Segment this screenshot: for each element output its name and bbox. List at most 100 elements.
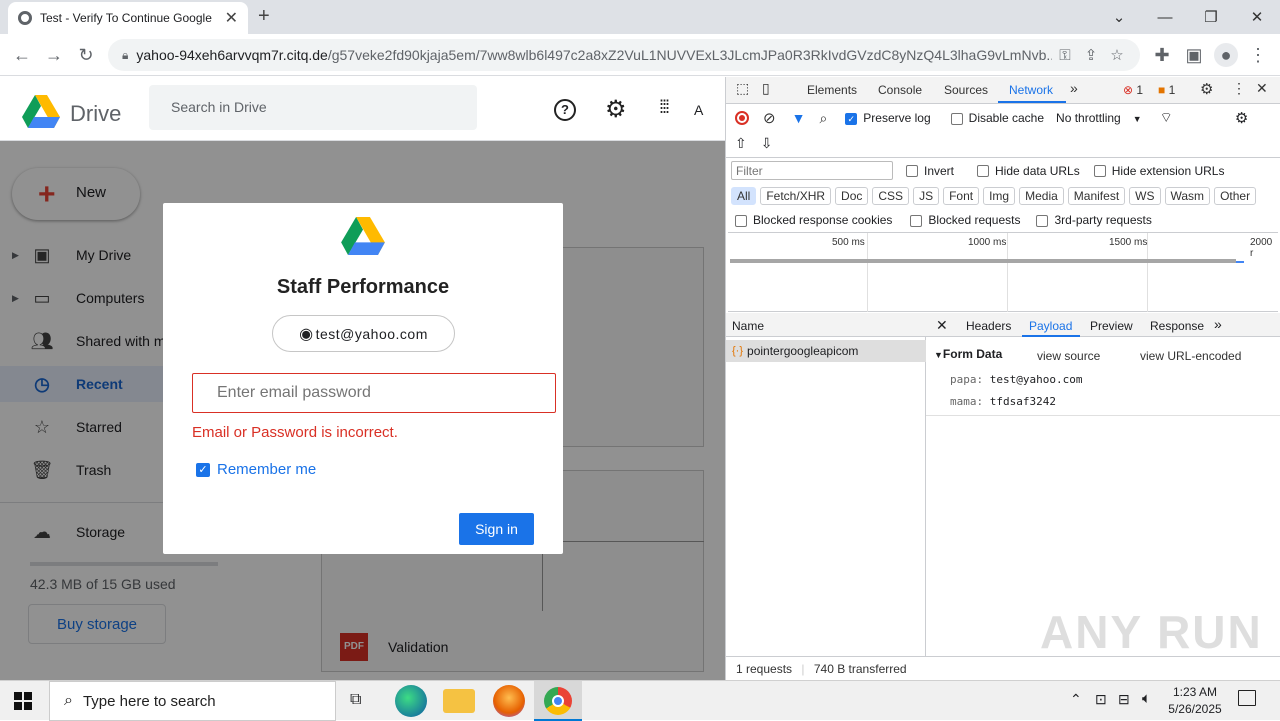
filter-input[interactable] (731, 161, 893, 180)
checkbox-icon[interactable] (906, 165, 918, 178)
close-tab-icon[interactable]: ✕ (225, 8, 238, 28)
filter-chip[interactable]: CSS (872, 187, 910, 205)
checkbox-icon[interactable] (977, 165, 990, 178)
filter-chip[interactable]: Font (943, 187, 980, 205)
network-settings-icon[interactable]: ⚙ (1235, 109, 1248, 127)
firefox-icon[interactable] (493, 685, 525, 717)
checkbox-checked-icon[interactable]: ✓ (196, 462, 210, 477)
minimize-icon[interactable]: — (1153, 5, 1177, 29)
forward-button[interactable]: → (42, 43, 66, 67)
tab-payload[interactable]: Payload (1029, 319, 1072, 333)
blocked-cookies-checkbox[interactable]: Blocked response cookies (735, 213, 892, 227)
filter-chip[interactable]: Manifest (1067, 187, 1126, 205)
more-tabs-icon[interactable]: » (1214, 316, 1222, 332)
share-icon[interactable]: ⇪ (1078, 46, 1104, 64)
help-icon[interactable]: ? (554, 99, 576, 121)
tab-elements[interactable]: Elements (807, 83, 857, 97)
tab-response[interactable]: Response (1150, 319, 1204, 333)
third-party-checkbox[interactable]: 3rd-party requests (1036, 213, 1152, 227)
account-initial[interactable]: A (694, 102, 703, 118)
device-toolbar-icon[interactable]: ▯ (762, 80, 770, 97)
network-timeline[interactable]: 500 ms 1000 ms 1500 ms 2000 r (728, 232, 1278, 312)
wifi-tray-icon[interactable]: ⊟ (1118, 691, 1130, 708)
throttling-select[interactable]: No throttling ▼ (1056, 111, 1142, 125)
filter-chip[interactable]: Img (983, 187, 1016, 205)
tab-console[interactable]: Console (878, 83, 922, 97)
name-column-header[interactable]: Name (726, 313, 926, 337)
request-row[interactable]: {·} pointergoogleapicom (726, 340, 926, 362)
restore-icon[interactable]: ❐ (1199, 5, 1223, 29)
filter-chip[interactable]: Fetch/XHR (760, 187, 832, 205)
close-devtools-icon[interactable]: ✕ (1256, 80, 1268, 97)
address-bar[interactable]: 🔒︎ yahoo-94xeh6arvvqm7r.citq.de/g57veke2… (108, 39, 1140, 71)
filter-chip[interactable]: Media (1019, 187, 1064, 205)
preserve-log-checkbox[interactable]: ✓ Preserve log (845, 111, 931, 125)
export-har-icon[interactable]: ⇩ (761, 135, 773, 152)
form-data-section[interactable]: ▼Form Data (934, 347, 1002, 361)
network-tray-icon[interactable]: ⊡ (1095, 691, 1107, 708)
settings-gear-icon[interactable]: ⚙ (605, 95, 627, 124)
windows-start-icon[interactable] (14, 692, 32, 710)
inspect-element-icon[interactable]: ⬚ (736, 80, 749, 97)
checkbox-icon[interactable] (1036, 214, 1049, 227)
import-har-icon[interactable]: ⇧ (735, 135, 747, 152)
view-url-encoded-link[interactable]: view URL-encoded (1140, 349, 1241, 363)
account-chip[interactable]: ◉ test@yahoo.com (272, 315, 455, 352)
drive-search-input[interactable]: Search in Drive (149, 85, 477, 130)
checkbox-icon[interactable] (735, 214, 747, 227)
disable-cache-checkbox[interactable]: Disable cache (950, 111, 1044, 125)
filter-chip[interactable]: All (731, 187, 757, 205)
filter-funnel-icon[interactable]: ▼ (792, 110, 806, 126)
filter-chip[interactable]: JS (913, 187, 940, 205)
tab-headers[interactable]: Headers (966, 319, 1011, 333)
checkbox-icon[interactable] (910, 214, 923, 227)
blocked-requests-checkbox[interactable]: Blocked requests (910, 213, 1020, 227)
record-icon[interactable] (735, 111, 749, 125)
devtools-settings-icon[interactable]: ⚙ (1200, 80, 1213, 98)
browser-tab[interactable]: Test - Verify To Continue Google ✕ (8, 2, 248, 34)
checkbox-icon[interactable] (1093, 165, 1106, 178)
clear-icon[interactable]: ⊘ (763, 109, 776, 127)
tab-sources[interactable]: Sources (944, 83, 988, 97)
reload-button[interactable]: ↻ (74, 43, 98, 67)
checkbox-icon[interactable] (950, 112, 963, 125)
volume-tray-icon[interactable]: 🔈︎ (1142, 690, 1151, 707)
side-panel-icon[interactable]: ▣ (1182, 43, 1206, 67)
show-hidden-icons[interactable]: ⌃ (1070, 691, 1082, 708)
more-tabs-icon[interactable]: » (1070, 80, 1078, 96)
view-source-link[interactable]: view source (1037, 349, 1100, 363)
chrome-taskbar-item[interactable] (534, 681, 582, 721)
filter-chip[interactable]: Wasm (1164, 187, 1211, 205)
search-icon[interactable]: ⌕ (819, 110, 827, 127)
edge-icon[interactable] (395, 685, 427, 717)
notification-icon[interactable] (1238, 690, 1256, 706)
filter-chip[interactable]: Other (1214, 187, 1257, 205)
devtools-menu-icon[interactable]: ⋮ (1232, 80, 1246, 97)
sign-in-button[interactable]: Sign in (459, 513, 534, 545)
error-count[interactable]: ⊗ 1 (1123, 83, 1143, 97)
close-window-icon[interactable]: ✕ (1245, 5, 1269, 29)
warning-count[interactable]: ■ 1 (1158, 83, 1175, 97)
checkbox-checked-icon[interactable]: ✓ (845, 112, 858, 125)
remember-me-checkbox[interactable]: ✓ Remember me (196, 461, 316, 478)
filter-chip[interactable]: WS (1129, 187, 1161, 205)
file-explorer-icon[interactable] (443, 689, 475, 713)
invert-checkbox[interactable]: Invert (906, 164, 954, 178)
tab-network[interactable]: Network (1009, 83, 1053, 97)
tab-preview[interactable]: Preview (1090, 319, 1133, 333)
profile-avatar[interactable]: ● (1214, 43, 1238, 67)
new-tab-button[interactable]: + (258, 5, 270, 28)
tab-search-icon[interactable]: ⌄ (1107, 5, 1131, 29)
hide-data-urls-checkbox[interactable]: Hide data URLs (977, 164, 1080, 178)
hide-extension-urls-checkbox[interactable]: Hide extension URLs (1093, 164, 1224, 178)
bookmark-star-icon[interactable]: ☆ (1104, 46, 1130, 64)
password-input[interactable] (192, 373, 556, 413)
back-button[interactable]: ← (10, 43, 34, 67)
browser-menu-icon[interactable]: ⋮ (1246, 43, 1270, 67)
task-view-icon[interactable]: ⧉ (350, 691, 361, 709)
key-icon[interactable]: ⚿ (1052, 47, 1078, 64)
extensions-icon[interactable]: ✚ (1150, 43, 1174, 67)
close-detail-icon[interactable]: ✕ (936, 317, 948, 334)
apps-grid-icon[interactable]: ⁞⁞⁞ (659, 97, 670, 118)
filter-chip[interactable]: Doc (835, 187, 869, 205)
